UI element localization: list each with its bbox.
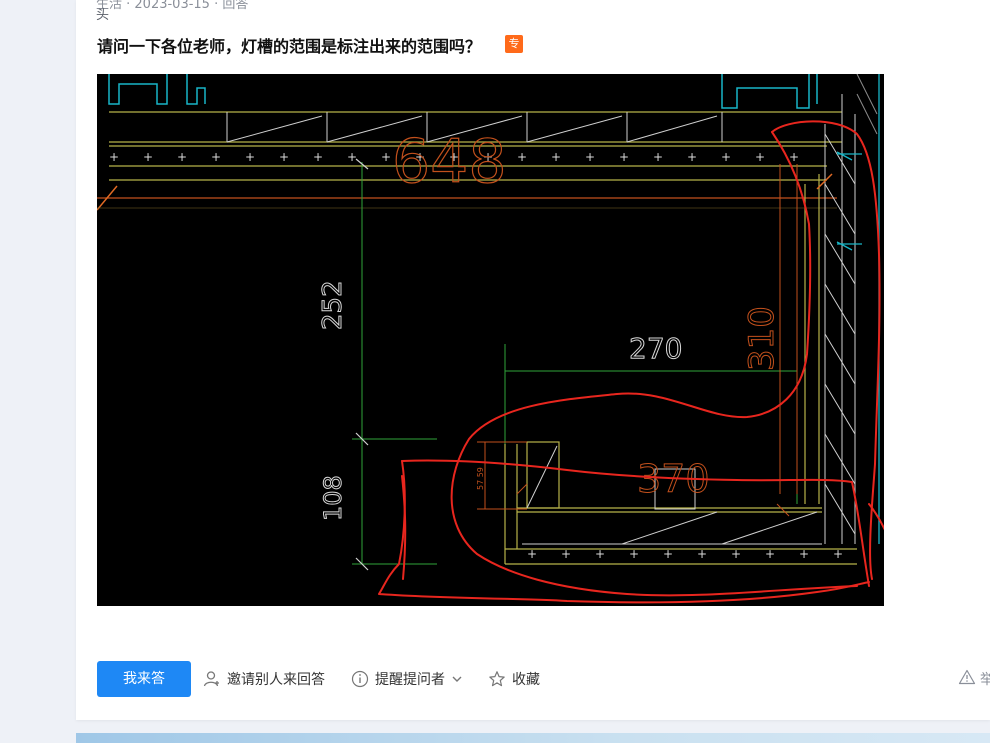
svg-text:+: + (789, 150, 799, 164)
svg-text:+: + (755, 150, 765, 164)
svg-text:+: + (245, 150, 255, 164)
svg-text:+: + (833, 547, 843, 561)
svg-text:+: + (561, 547, 571, 561)
question-meta-wrap: 头 (96, 8, 110, 23)
svg-text:+: + (347, 150, 357, 164)
svg-text:+: + (619, 150, 629, 164)
svg-text:+: + (721, 150, 731, 164)
svg-text:+: + (663, 547, 673, 561)
dimension-270: 270 (629, 332, 682, 365)
svg-text:+: + (799, 547, 809, 561)
svg-text:+: + (313, 150, 323, 164)
svg-text:+: + (177, 150, 187, 164)
warning-icon (958, 669, 976, 689)
question-image[interactable]: + + + + + + + + + + + + + + + + + + + + + (97, 74, 884, 606)
svg-text:+: + (585, 150, 595, 164)
favorite-button[interactable]: 收藏 (488, 669, 540, 689)
svg-text:+: + (731, 547, 741, 561)
svg-text:+: + (143, 150, 153, 164)
invite-answer-button[interactable]: 邀请别人来回答 (203, 669, 325, 689)
chevron-down-icon (451, 673, 463, 685)
svg-text:+: + (765, 547, 775, 561)
invite-answer-label: 邀请别人来回答 (227, 672, 325, 688)
dimension-252: 252 (318, 280, 348, 330)
person-add-icon (203, 670, 221, 688)
question-meta: 生活 · 2023-03-15 · 回答 (96, 0, 249, 12)
expert-badge: 专 (505, 35, 523, 53)
svg-text:+: + (109, 150, 119, 164)
bottom-banner (76, 733, 990, 743)
svg-text:+: + (653, 150, 663, 164)
dimension-108: 108 (319, 475, 347, 521)
report-label: 举 (980, 672, 990, 688)
svg-text:+: + (527, 547, 537, 561)
svg-text:+: + (629, 547, 639, 561)
question-title: 请问一下各位老师，灯槽的范围是标注出来的范围吗？ (97, 37, 482, 56)
svg-text:+: + (279, 150, 289, 164)
star-icon (488, 670, 506, 688)
svg-text:+: + (517, 150, 527, 164)
dimension-310: 310 (742, 306, 782, 371)
dimension-648: 648 (392, 127, 507, 197)
answer-button[interactable]: 我来答 (97, 661, 191, 697)
svg-text:+: + (211, 150, 221, 164)
info-icon (351, 670, 369, 688)
report-button[interactable]: 举 (958, 669, 990, 689)
svg-text:+: + (697, 547, 707, 561)
dimension-5759: 57 59 (476, 467, 485, 490)
remind-asker-button[interactable]: 提醒提问者 (351, 669, 463, 689)
svg-text:+: + (595, 547, 605, 561)
remind-asker-label: 提醒提问者 (375, 672, 445, 688)
svg-text:+: + (381, 150, 391, 164)
svg-text:+: + (687, 150, 697, 164)
favorite-label: 收藏 (512, 672, 540, 688)
svg-text:+: + (551, 150, 561, 164)
